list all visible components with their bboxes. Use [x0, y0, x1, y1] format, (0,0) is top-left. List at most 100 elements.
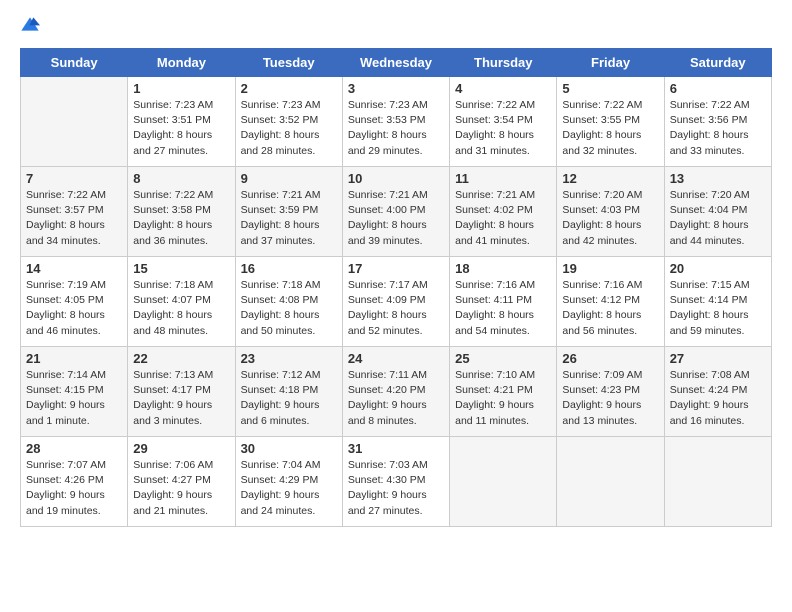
cell-info: Sunrise: 7:04 AMSunset: 4:29 PMDaylight:…	[241, 458, 337, 519]
cell-info: Sunrise: 7:07 AMSunset: 4:26 PMDaylight:…	[26, 458, 122, 519]
cell-info-line: Daylight: 8 hours	[670, 309, 749, 321]
cell-info-line: Sunrise: 7:17 AM	[348, 279, 428, 291]
cell-info-line: Daylight: 8 hours	[562, 129, 641, 141]
day-number: 19	[562, 261, 658, 276]
day-number: 24	[348, 351, 444, 366]
cell-info: Sunrise: 7:09 AMSunset: 4:23 PMDaylight:…	[562, 368, 658, 429]
calendar-cell: 7Sunrise: 7:22 AMSunset: 3:57 PMDaylight…	[21, 167, 128, 257]
cell-info-line: Daylight: 9 hours	[455, 399, 534, 411]
cell-info-line: and 16 minutes.	[670, 415, 745, 427]
cell-info-line: Daylight: 8 hours	[348, 309, 427, 321]
cell-info-line: Sunrise: 7:07 AM	[26, 459, 106, 471]
cell-info-line: and 31 minutes.	[455, 145, 530, 157]
cell-info-line: Sunrise: 7:22 AM	[562, 99, 642, 111]
day-number: 9	[241, 171, 337, 186]
cell-info-line: Daylight: 8 hours	[348, 219, 427, 231]
cell-info-line: Sunrise: 7:23 AM	[133, 99, 213, 111]
calendar-cell: 25Sunrise: 7:10 AMSunset: 4:21 PMDayligh…	[450, 347, 557, 437]
calendar-cell: 31Sunrise: 7:03 AMSunset: 4:30 PMDayligh…	[342, 437, 449, 527]
cell-info-line: Sunrise: 7:22 AM	[26, 189, 106, 201]
cell-info-line: Sunset: 4:18 PM	[241, 384, 319, 396]
calendar-cell: 4Sunrise: 7:22 AMSunset: 3:54 PMDaylight…	[450, 77, 557, 167]
cell-info-line: Daylight: 8 hours	[26, 219, 105, 231]
cell-info-line: Sunrise: 7:23 AM	[348, 99, 428, 111]
cell-info: Sunrise: 7:19 AMSunset: 4:05 PMDaylight:…	[26, 278, 122, 339]
calendar-cell: 23Sunrise: 7:12 AMSunset: 4:18 PMDayligh…	[235, 347, 342, 437]
calendar-cell: 21Sunrise: 7:14 AMSunset: 4:15 PMDayligh…	[21, 347, 128, 437]
cell-info: Sunrise: 7:16 AMSunset: 4:12 PMDaylight:…	[562, 278, 658, 339]
cell-info-line: Daylight: 9 hours	[670, 399, 749, 411]
cell-info-line: and 41 minutes.	[455, 235, 530, 247]
calendar-cell: 5Sunrise: 7:22 AMSunset: 3:55 PMDaylight…	[557, 77, 664, 167]
cell-info-line: and 54 minutes.	[455, 325, 530, 337]
cell-info: Sunrise: 7:22 AMSunset: 3:56 PMDaylight:…	[670, 98, 766, 159]
cell-info-line: and 24 minutes.	[241, 505, 316, 517]
day-number: 1	[133, 81, 229, 96]
cell-info-line: Sunrise: 7:06 AM	[133, 459, 213, 471]
cell-info-line: Sunset: 4:09 PM	[348, 294, 426, 306]
cell-info-line: Sunset: 3:53 PM	[348, 114, 426, 126]
cell-info-line: Sunset: 3:51 PM	[133, 114, 211, 126]
day-number: 20	[670, 261, 766, 276]
day-number: 18	[455, 261, 551, 276]
cell-info-line: and 56 minutes.	[562, 325, 637, 337]
cell-info-line: Daylight: 8 hours	[455, 219, 534, 231]
cell-info: Sunrise: 7:23 AM Sunset: 3:51 PM Daylight:…	[133, 98, 229, 159]
cell-info-line: Daylight: 9 hours	[133, 489, 212, 501]
cell-info-line: and 21 minutes.	[133, 505, 208, 517]
day-header-friday: Friday	[557, 49, 664, 77]
cell-info: Sunrise: 7:20 AMSunset: 4:04 PMDaylight:…	[670, 188, 766, 249]
cell-info-line: Daylight: 9 hours	[26, 399, 105, 411]
cell-info-line: Sunrise: 7:20 AM	[670, 189, 750, 201]
cell-info: Sunrise: 7:16 AMSunset: 4:11 PMDaylight:…	[455, 278, 551, 339]
cell-info: Sunrise: 7:11 AMSunset: 4:20 PMDaylight:…	[348, 368, 444, 429]
cell-info-line: Sunset: 4:07 PM	[133, 294, 211, 306]
calendar-cell: 13Sunrise: 7:20 AMSunset: 4:04 PMDayligh…	[664, 167, 771, 257]
cell-info-line: Sunset: 4:26 PM	[26, 474, 104, 486]
cell-info: Sunrise: 7:15 AMSunset: 4:14 PMDaylight:…	[670, 278, 766, 339]
day-header-thursday: Thursday	[450, 49, 557, 77]
cell-info-line: Sunset: 4:30 PM	[348, 474, 426, 486]
cell-info-line: and 44 minutes.	[670, 235, 745, 247]
day-header-wednesday: Wednesday	[342, 49, 449, 77]
calendar-cell: 3Sunrise: 7:23 AMSunset: 3:53 PMDaylight…	[342, 77, 449, 167]
cell-info-line: Daylight: 8 hours	[133, 129, 212, 141]
cell-info: Sunrise: 7:22 AMSunset: 3:54 PMDaylight:…	[455, 98, 551, 159]
cell-info-line: and 59 minutes.	[670, 325, 745, 337]
days-header-row: SundayMondayTuesdayWednesdayThursdayFrid…	[21, 49, 772, 77]
cell-info-line: Daylight: 8 hours	[670, 129, 749, 141]
day-number: 15	[133, 261, 229, 276]
cell-info-line: Daylight: 8 hours	[26, 309, 105, 321]
calendar-cell: 14Sunrise: 7:19 AMSunset: 4:05 PMDayligh…	[21, 257, 128, 347]
cell-info-line: and 32 minutes.	[562, 145, 637, 157]
cell-info-line: Sunset: 4:03 PM	[562, 204, 640, 216]
calendar-cell: 2Sunrise: 7:23 AMSunset: 3:52 PMDaylight…	[235, 77, 342, 167]
calendar-table: SundayMondayTuesdayWednesdayThursdayFrid…	[20, 48, 772, 527]
day-number: 8	[133, 171, 229, 186]
cell-info-line: Sunrise: 7:21 AM	[348, 189, 428, 201]
calendar-cell: 6 Sunrise: 7:22 AMSunset: 3:56 PMDaylight…	[664, 77, 771, 167]
cell-info-line: Sunset: 4:15 PM	[26, 384, 104, 396]
week-row-4: 28Sunrise: 7:07 AMSunset: 4:26 PMDayligh…	[21, 437, 772, 527]
cell-info-line: and 19 minutes.	[26, 505, 101, 517]
cell-info-line: Sunrise: 7:14 AM	[26, 369, 106, 381]
page-header	[20, 16, 772, 36]
cell-info-line: Sunrise: 7:19 AM	[26, 279, 106, 291]
cell-info-line: and 3 minutes.	[133, 415, 202, 427]
cell-info: Sunrise: 7:23 AMSunset: 3:52 PMDaylight:…	[241, 98, 337, 159]
cell-info-line: and 11 minutes.	[455, 415, 529, 427]
calendar-cell: 28Sunrise: 7:07 AMSunset: 4:26 PMDayligh…	[21, 437, 128, 527]
cell-info-line: and 29 minutes.	[348, 145, 423, 157]
cell-info-line: Daylight: 8 hours	[133, 219, 212, 231]
cell-info-line: and 34 minutes.	[26, 235, 101, 247]
cell-info-line: Sunset: 4:23 PM	[562, 384, 640, 396]
cell-info-line: Sunset: 3:57 PM	[26, 204, 104, 216]
calendar-cell	[664, 437, 771, 527]
day-number: 6	[670, 81, 766, 96]
calendar-cell: 29Sunrise: 7:06 AMSunset: 4:27 PMDayligh…	[128, 437, 235, 527]
cell-info: Sunrise: 7:20 AMSunset: 4:03 PMDaylight:…	[562, 188, 658, 249]
day-number: 16	[241, 261, 337, 276]
cell-info-line: Sunrise: 7:13 AM	[133, 369, 213, 381]
day-number: 10	[348, 171, 444, 186]
cell-info-line: Sunset: 4:14 PM	[670, 294, 748, 306]
